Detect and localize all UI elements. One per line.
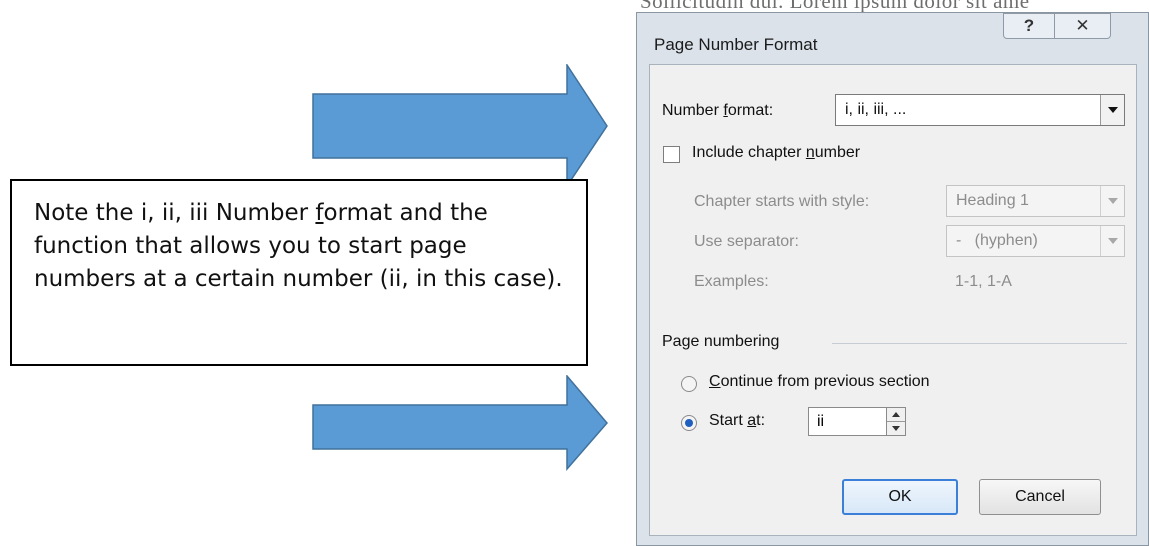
include-chapter-label[interactable]: Include chapter number	[692, 144, 860, 162]
start-at-radio[interactable]	[681, 415, 697, 431]
examples-label: Examples:	[694, 273, 769, 290]
separator-select[interactable]: - (hyphen)	[946, 225, 1125, 257]
number-format-select[interactable]: i, ii, iii, ...	[835, 94, 1125, 126]
start-at-value: ii	[817, 413, 825, 430]
chevron-down-icon	[1107, 107, 1118, 113]
note-text-underlined: f	[315, 200, 324, 226]
note-callout: Note the i, ii, iii Number format and th…	[10, 179, 588, 366]
arrow-to-start-at	[312, 375, 608, 471]
page-number-format-dialog: Page Number Format ? ✕ Number format: i,…	[636, 12, 1149, 546]
chevron-down-icon	[1107, 238, 1118, 244]
chevron-down-icon	[892, 425, 900, 431]
note-text-pre: Note the i, ii, iii Number	[34, 200, 316, 226]
dialog-titlebar: Page Number Format ? ✕	[637, 13, 1148, 57]
stepper-up-button[interactable]	[887, 408, 905, 422]
number-format-value: i, ii, iii, ...	[845, 101, 907, 118]
chapter-style-label: Chapter starts with style:	[694, 193, 870, 210]
start-at-input[interactable]: ii	[808, 407, 888, 436]
examples-value: 1-1, 1-A	[955, 273, 1012, 290]
help-icon: ?	[1023, 16, 1035, 35]
separator-dropdown-button[interactable]	[1100, 226, 1124, 256]
number-format-label: Number format:	[662, 102, 774, 119]
number-format-dropdown-button[interactable]	[1100, 95, 1124, 125]
help-button[interactable]: ?	[1003, 13, 1055, 39]
chapter-style-dropdown-button[interactable]	[1100, 186, 1124, 216]
close-icon: ✕	[1075, 16, 1090, 35]
cancel-button[interactable]: Cancel	[979, 479, 1101, 515]
dialog-client-area: Number format: i, ii, iii, ... Include c…	[649, 64, 1137, 536]
close-button[interactable]: ✕	[1054, 13, 1111, 39]
continue-label[interactable]: Continue from previous section	[709, 373, 930, 391]
arrow-to-number-format	[312, 64, 608, 189]
separator-label: Use separator:	[694, 233, 799, 250]
separator-value: - (hyphen)	[956, 232, 1038, 249]
continue-radio[interactable]	[681, 376, 697, 392]
chapter-style-select[interactable]: Heading 1	[946, 185, 1125, 217]
stepper-down-button[interactable]	[887, 422, 905, 436]
chevron-up-icon	[892, 411, 900, 417]
chapter-style-value: Heading 1	[956, 192, 1029, 209]
start-at-stepper[interactable]	[886, 407, 906, 436]
start-at-label[interactable]: Start at:	[709, 412, 765, 430]
page-numbering-heading: Page numbering	[662, 333, 780, 350]
group-divider	[832, 343, 1127, 344]
dialog-title: Page Number Format	[654, 35, 818, 54]
ok-button[interactable]: OK	[842, 479, 958, 515]
include-chapter-checkbox[interactable]	[663, 146, 680, 163]
chevron-down-icon	[1107, 198, 1118, 204]
